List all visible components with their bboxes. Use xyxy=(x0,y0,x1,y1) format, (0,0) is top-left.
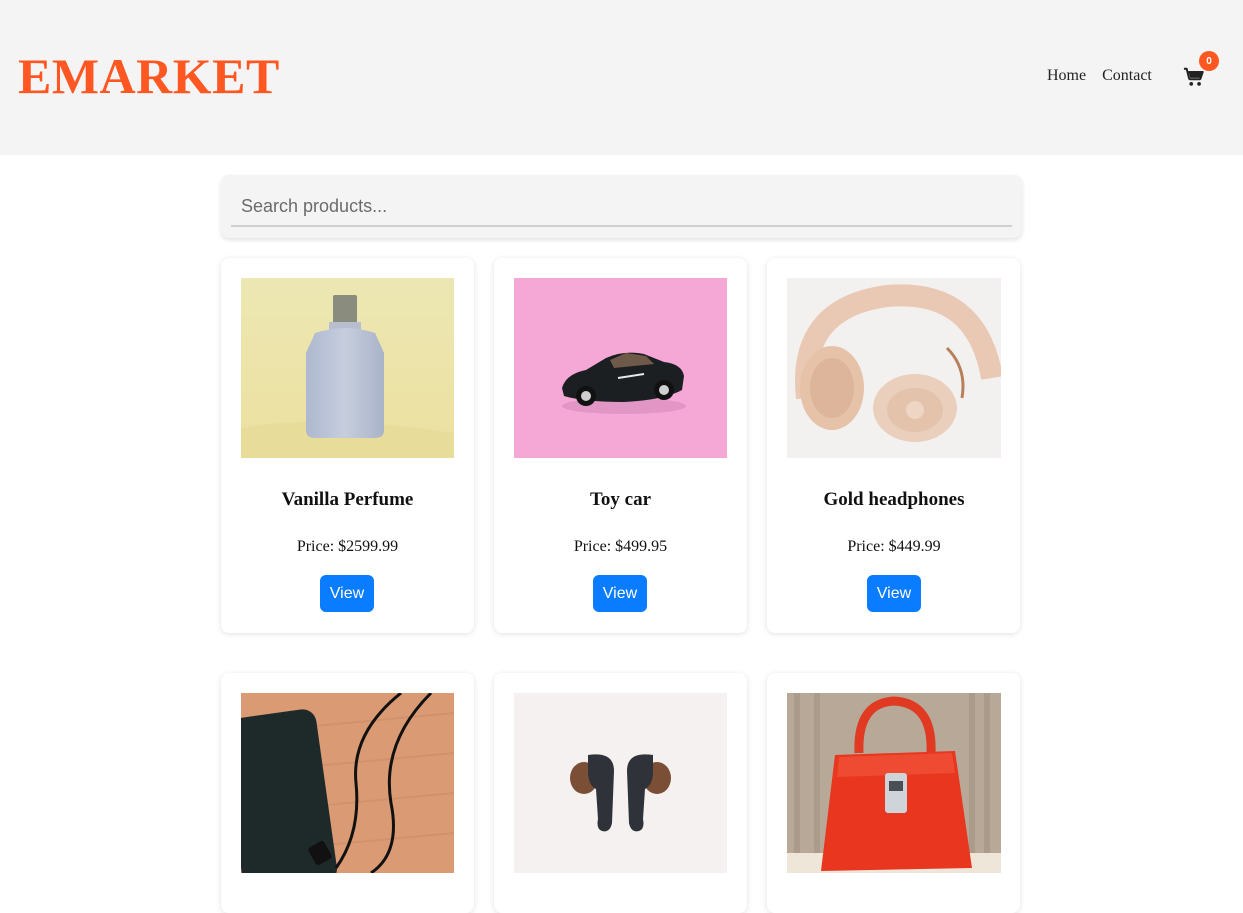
product-image-headphones[interactable] xyxy=(787,278,1001,458)
nav-contact-link[interactable]: Contact xyxy=(1102,66,1152,86)
product-name: Toy car xyxy=(589,489,652,510)
site-logo[interactable]: EMARKET xyxy=(18,46,280,106)
shopping-cart-icon[interactable] xyxy=(1183,66,1205,88)
product-image-toy-car[interactable] xyxy=(514,278,727,458)
product-price: Price: $449.99 xyxy=(847,538,941,555)
product-image-earbuds[interactable] xyxy=(514,693,727,873)
product-name: Gold headphones xyxy=(823,489,965,510)
product-price: Price: $2599.99 xyxy=(296,538,399,555)
product-image-perfume[interactable] xyxy=(241,278,454,458)
view-product-button[interactable]: View xyxy=(593,575,647,612)
main-nav: Home Contact xyxy=(1047,66,1152,86)
product-card xyxy=(767,673,1020,913)
product-card xyxy=(494,673,747,913)
product-card: Gold headphones Price: $449.99 View xyxy=(767,258,1020,633)
search-input[interactable] xyxy=(231,187,1012,227)
nav-home-link[interactable]: Home xyxy=(1047,66,1086,86)
cart-count-badge: 0 xyxy=(1199,51,1219,71)
view-product-button[interactable]: View xyxy=(320,575,374,612)
search-bar xyxy=(221,175,1022,238)
product-card: Vanilla Perfume Price: $2599.99 View xyxy=(221,258,474,633)
product-name: Vanilla Perfume xyxy=(281,489,414,510)
product-price: Price: $499.95 xyxy=(573,538,668,555)
view-product-button[interactable]: View xyxy=(867,575,921,612)
product-image-power-bank[interactable] xyxy=(241,693,454,873)
site-header: EMARKET Home Contact 0 xyxy=(0,0,1243,155)
product-image-red-handbag[interactable] xyxy=(787,693,1001,873)
product-card xyxy=(221,673,474,913)
product-card: Toy car Price: $499.95 View xyxy=(494,258,747,633)
